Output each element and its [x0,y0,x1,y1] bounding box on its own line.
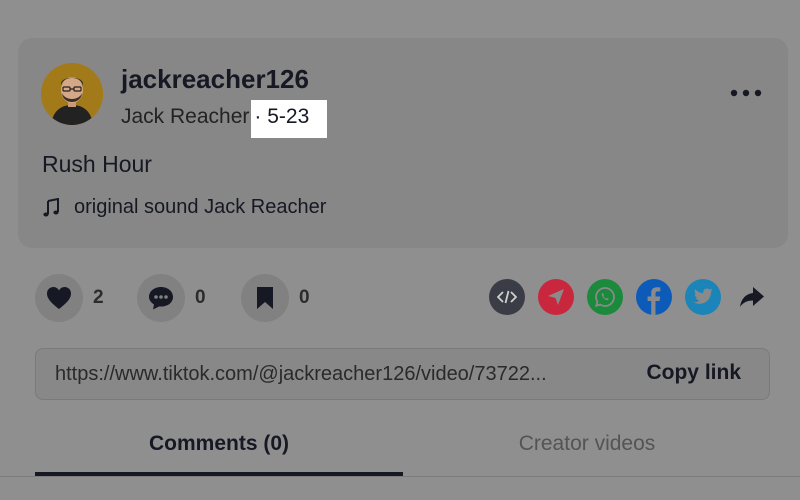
heart-icon [35,274,83,322]
video-caption: Rush Hour [42,151,152,177]
share-arrow-icon[interactable] [734,279,770,315]
send-icon[interactable] [538,279,574,315]
tab-creator-videos[interactable]: Creator videos [403,432,771,456]
post-date: 5-23 [267,105,310,128]
comment-icon [137,274,185,322]
video-link-text[interactable]: https://www.tiktok.com/@jackreacher126/v… [55,363,615,386]
embed-icon[interactable] [489,279,525,315]
like-count: 2 [93,287,104,308]
facebook-icon[interactable] [636,279,672,315]
save-count: 0 [299,287,310,308]
post-header-card: jackreacher126 Jack Reacher · 5-23 Rush … [18,38,788,248]
tab-bar: Comments (0) Creator videos [0,420,800,500]
separator-dot: · [254,105,268,128]
like-button[interactable]: 2 [35,274,104,322]
twitter-icon[interactable] [685,279,721,315]
share-link-box: https://www.tiktok.com/@jackreacher126/v… [35,348,770,400]
display-name[interactable]: Jack Reacher [121,105,249,128]
music-note-icon [43,197,59,216]
action-bar: 2 0 0 [0,270,800,328]
tab-divider [0,476,800,477]
comment-button[interactable]: 0 [137,274,206,322]
save-button[interactable]: 0 [241,274,310,322]
avatar-image [41,63,103,125]
more-options-icon[interactable] [726,83,766,103]
tab-comments[interactable]: Comments (0) [35,432,403,456]
sound-label: original sound Jack Reacher [74,196,327,218]
whatsapp-icon[interactable] [587,279,623,315]
username[interactable]: jackreacher126 [121,64,309,95]
sound-link[interactable]: original sound Jack Reacher [42,196,326,219]
post-meta: Jack Reacher · 5-23 [121,100,328,138]
avatar[interactable] [41,63,103,125]
comment-count: 0 [195,287,206,308]
bookmark-icon [241,274,289,322]
post-date-highlight: · 5-23 [251,100,328,138]
copy-link-button[interactable]: Copy link [646,361,741,385]
